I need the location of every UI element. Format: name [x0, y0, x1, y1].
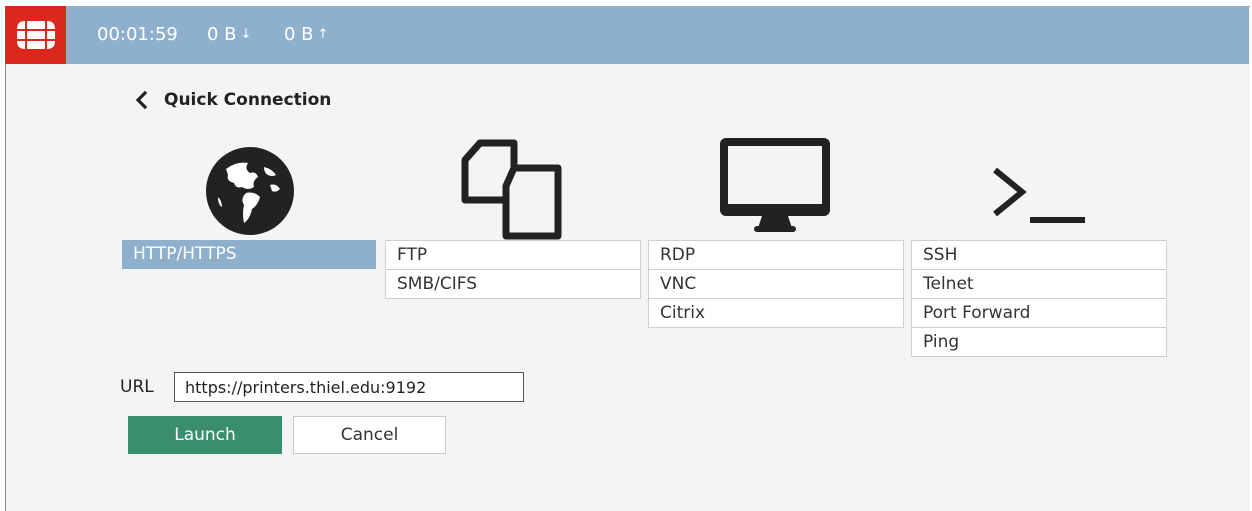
url-input[interactable] — [174, 372, 524, 402]
page-title: Quick Connection — [164, 90, 332, 110]
cancel-button[interactable]: Cancel — [293, 416, 446, 454]
launch-button[interactable]: Launch — [128, 416, 282, 454]
upload-value: 0 B — [284, 24, 314, 45]
file-protocol-list: FTP SMB/CIFS — [385, 240, 641, 299]
back-link[interactable]: Quick Connection — [132, 88, 331, 112]
url-label: URL — [120, 377, 154, 397]
protocol-http-https[interactable]: HTTP/HTTPS — [122, 240, 376, 269]
files-icon[interactable] — [460, 138, 566, 242]
protocol-ftp[interactable]: FTP — [386, 241, 640, 270]
protocol-vnc[interactable]: VNC — [649, 270, 903, 299]
terminal-protocol-list: SSH Telnet Port Forward Ping — [911, 240, 1167, 357]
download-value: 0 B — [207, 24, 237, 45]
arrow-up-icon: ↑ — [317, 27, 329, 42]
protocol-ssh[interactable]: SSH — [912, 241, 1166, 270]
upload-stat: 0 B ↑ — [284, 24, 328, 46]
protocol-telnet[interactable]: Telnet — [912, 270, 1166, 299]
protocol-ping[interactable]: Ping — [912, 328, 1166, 357]
globe-icon[interactable] — [206, 147, 294, 235]
desktop-protocol-list: RDP VNC Citrix — [648, 240, 904, 328]
arrow-down-icon: ↓ — [240, 27, 252, 42]
session-timer: 00:01:59 — [97, 24, 178, 45]
protocol-port-forward[interactable]: Port Forward — [912, 299, 1166, 328]
download-stat: 0 B ↓ — [207, 24, 251, 46]
protocol-rdp[interactable]: RDP — [649, 241, 903, 270]
monitor-icon[interactable] — [720, 138, 830, 234]
chevron-left-icon — [135, 90, 148, 110]
http-protocol-list: HTTP/HTTPS — [122, 240, 376, 269]
terminal-icon[interactable] — [990, 164, 1090, 228]
top-bar — [5, 6, 1249, 64]
protocol-smb-cifs[interactable]: SMB/CIFS — [386, 270, 640, 299]
fortinet-logo-icon[interactable] — [5, 6, 66, 64]
protocol-citrix[interactable]: Citrix — [649, 299, 903, 328]
